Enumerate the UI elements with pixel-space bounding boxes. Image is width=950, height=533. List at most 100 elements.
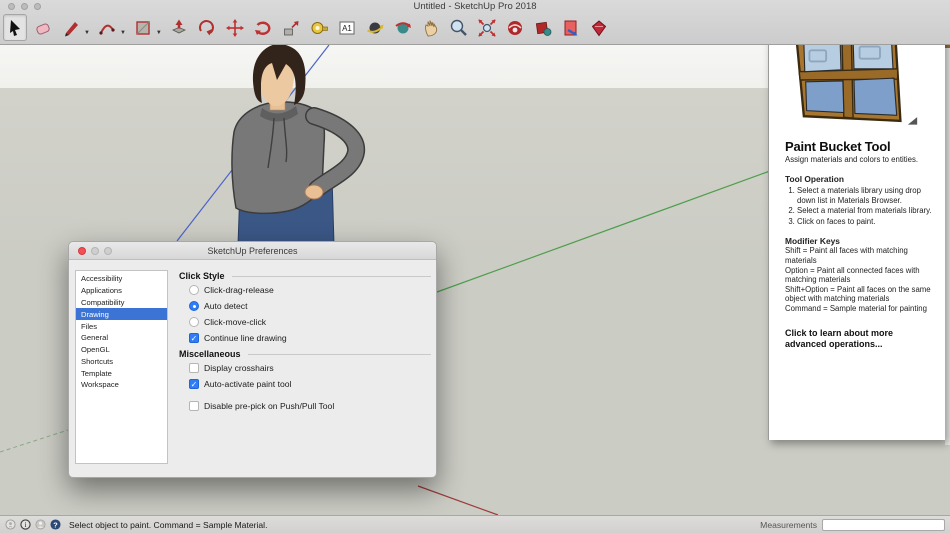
credits-icon[interactable]: i xyxy=(20,519,31,530)
tape-measure-tool-button[interactable] xyxy=(307,14,331,41)
instructor-tool-heading: Paint Bucket Tool xyxy=(785,139,937,154)
modifier-item: Option = Paint all connected faces with … xyxy=(785,266,937,285)
help-icon[interactable]: ? xyxy=(50,519,61,530)
preferences-drawing-pane: Click Style Click-drag-release Auto dete… xyxy=(179,266,431,417)
line-tool-button[interactable] xyxy=(59,14,83,41)
modifier-keys-heading: Modifier Keys xyxy=(785,236,937,246)
window-titlebar: Untitled - SketchUp Pro 2018 ▼ ▼ ▼ xyxy=(0,0,950,45)
rectangle-tool-button[interactable] xyxy=(131,14,155,41)
radio-auto-detect[interactable]: Auto detect xyxy=(189,301,431,311)
modifier-item: Command = Sample material for painting xyxy=(785,304,937,314)
components-icon xyxy=(533,18,553,38)
sidebar-item-workspace[interactable]: Workspace xyxy=(76,379,167,391)
move-tool-button[interactable] xyxy=(223,14,247,41)
chevron-down-icon[interactable]: ▼ xyxy=(84,30,90,36)
advanced-operations-link[interactable]: Click to learn about more advanced opera… xyxy=(785,328,937,350)
tape-measure-icon xyxy=(309,18,329,38)
option-label: Click-move-click xyxy=(204,317,266,327)
components-tool-button[interactable] xyxy=(531,14,555,41)
person-model[interactable] xyxy=(220,40,370,245)
pan-tool-button[interactable] xyxy=(419,14,443,41)
tool-operation-heading: Tool Operation xyxy=(785,174,937,184)
checkbox-continue-line-drawing[interactable]: ✓ Continue line drawing xyxy=(189,333,431,343)
pencil-icon xyxy=(61,18,81,38)
green-axis xyxy=(437,171,770,292)
eraser-icon xyxy=(33,18,53,38)
radio-selected-icon[interactable] xyxy=(189,301,199,311)
preferences-category-list: Accessibility Applications Compatibility… xyxy=(75,270,168,464)
rotate-tool-button[interactable] xyxy=(251,14,275,41)
green-axis-dashed xyxy=(0,430,68,452)
measurements-label: Measurements xyxy=(760,520,817,530)
zoom-icon xyxy=(449,18,469,38)
sidebar-item-opengl[interactable]: OpenGL xyxy=(76,344,167,356)
sidebar-item-compatibility[interactable]: Compatibility xyxy=(76,297,167,309)
svg-text:A1: A1 xyxy=(342,24,352,33)
pan-hand-icon xyxy=(421,18,441,38)
look-around-tool-button[interactable] xyxy=(391,14,415,41)
measurements-input[interactable] xyxy=(822,519,945,531)
user-icon[interactable] xyxy=(35,519,46,530)
sidebar-item-files[interactable]: Files xyxy=(76,320,167,332)
warehouse-icon xyxy=(505,18,525,38)
extension-warehouse-tool-button[interactable] xyxy=(587,14,611,41)
push-pull-icon xyxy=(169,18,189,38)
radio-icon[interactable] xyxy=(189,285,199,295)
radio-click-drag-release[interactable]: Click-drag-release xyxy=(189,285,431,295)
sidebar-item-accessibility[interactable]: Accessibility xyxy=(76,273,167,285)
dialog-titlebar[interactable]: SketchUp Preferences xyxy=(69,242,436,260)
orbit-tool-button[interactable] xyxy=(363,14,387,41)
step-item: Click on faces to paint. xyxy=(797,217,937,227)
modifier-item: Shift = Paint all faces with matching ma… xyxy=(785,246,937,265)
chevron-down-icon[interactable]: ▼ xyxy=(120,30,126,36)
sidebar-item-template[interactable]: Template xyxy=(76,367,167,379)
rectangle-icon xyxy=(133,18,153,38)
toolbar: ▼ ▼ ▼ A1 xyxy=(3,14,615,41)
sidebar-item-drawing[interactable]: Drawing xyxy=(76,308,167,320)
sidebar-item-applications[interactable]: Applications xyxy=(76,285,167,297)
look-around-icon xyxy=(393,18,413,38)
zoom-extents-tool-button[interactable] xyxy=(475,14,499,41)
checkbox-display-crosshairs[interactable]: Display crosshairs xyxy=(189,363,431,373)
eraser-tool-button[interactable] xyxy=(31,14,55,41)
scale-icon xyxy=(281,18,301,38)
checkbox-checked-icon[interactable]: ✓ xyxy=(189,333,199,343)
section-title: Miscellaneous xyxy=(179,349,241,359)
warehouse-tool-button[interactable] xyxy=(503,14,527,41)
zoom-tool-button[interactable] xyxy=(447,14,471,41)
zoom-extents-icon xyxy=(477,18,497,38)
modifier-item: Shift+Option = Paint all faces on the sa… xyxy=(785,285,937,304)
click-style-section-heading: Click Style xyxy=(179,271,431,281)
tool-operation-steps: Select a materials library using drop do… xyxy=(797,186,937,226)
checkbox-icon[interactable] xyxy=(189,401,199,411)
checkbox-auto-activate-paint-tool[interactable]: ✓ Auto-activate paint tool xyxy=(189,379,431,389)
sidebar-item-shortcuts[interactable]: Shortcuts xyxy=(76,355,167,367)
push-pull-tool-button[interactable] xyxy=(167,14,191,41)
arc-tool-button[interactable] xyxy=(95,14,119,41)
geolocation-icon[interactable] xyxy=(5,519,16,530)
select-tool-button[interactable] xyxy=(3,14,27,41)
radio-click-move-click[interactable]: Click-move-click xyxy=(189,317,431,327)
checkbox-checked-icon[interactable]: ✓ xyxy=(189,379,199,389)
instructor-panel: Instructor Paint Bucket Tool Assign mate… xyxy=(768,0,945,440)
text-tool-button[interactable]: A1 xyxy=(335,14,359,41)
chevron-down-icon[interactable]: ▼ xyxy=(156,30,162,36)
step-item: Select a material from materials library… xyxy=(797,206,937,216)
sidebar-item-general[interactable]: General xyxy=(76,332,167,344)
layout-tool-button[interactable] xyxy=(559,14,583,41)
option-label: Display crosshairs xyxy=(204,363,274,373)
rotate-icon xyxy=(253,18,273,38)
dialog-close-icon[interactable] xyxy=(78,247,86,255)
miscellaneous-section-heading: Miscellaneous xyxy=(179,349,431,359)
option-label: Auto-activate paint tool xyxy=(204,379,291,389)
checkbox-disable-pre-pick[interactable]: Disable pre-pick on Push/Pull Tool xyxy=(189,401,431,411)
svg-text:?: ? xyxy=(53,520,58,529)
step-item: Select a materials library using drop do… xyxy=(797,186,937,205)
scale-tool-button[interactable] xyxy=(279,14,303,41)
dialog-minimize-icon[interactable] xyxy=(91,247,99,255)
section-title: Click Style xyxy=(179,271,225,281)
radio-icon[interactable] xyxy=(189,317,199,327)
checkbox-icon[interactable] xyxy=(189,363,199,373)
dialog-zoom-icon[interactable] xyxy=(104,247,112,255)
follow-me-tool-button[interactable] xyxy=(195,14,219,41)
